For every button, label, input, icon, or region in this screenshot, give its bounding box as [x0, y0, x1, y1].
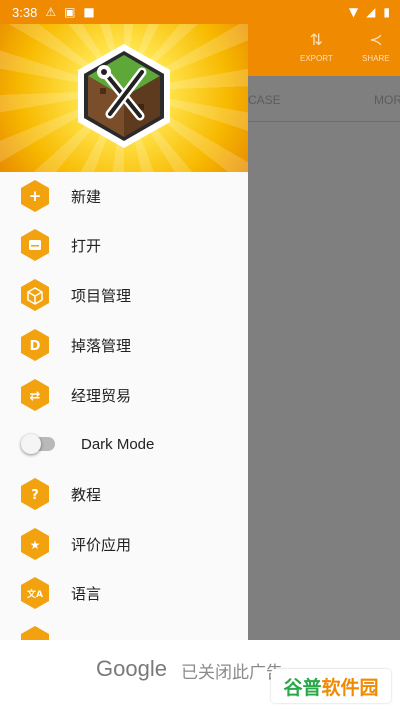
- translate-icon: 文A: [21, 577, 49, 609]
- plus-icon: +: [21, 180, 49, 212]
- swap-arrows-icon: ⇄: [21, 379, 49, 411]
- dark-mode-toggle[interactable]: [21, 434, 55, 454]
- google-logo: Google: [96, 656, 167, 681]
- tab-case[interactable]: CASE: [248, 93, 281, 107]
- menu-item-loot-management[interactable]: D 掉落管理: [0, 321, 248, 369]
- share-icon: ≺: [369, 32, 383, 49]
- cube-icon: [21, 279, 49, 311]
- status-time: 3:38: [12, 4, 38, 20]
- svg-text:?: ?: [31, 488, 39, 503]
- tab-more[interactable]: MOR: [374, 93, 400, 107]
- ad-closed-text: 已关闭此广告: [181, 663, 283, 683]
- image-notification-icon: ▣: [64, 5, 76, 19]
- tab-strip: CASE MOR: [248, 76, 400, 122]
- menu-item-rate-app[interactable]: ★ 评价应用: [0, 520, 248, 568]
- menu-item-label: 项目管理: [71, 286, 132, 305]
- status-icons: ▼ ◢ ▮: [349, 5, 390, 19]
- watermark-part2: 软件园: [321, 676, 379, 699]
- menu-item-label: 经理贸易: [71, 386, 132, 405]
- menu-item-dark-mode[interactable]: Dark Mode: [0, 420, 248, 468]
- menu-item-open[interactable]: 打开: [0, 221, 248, 269]
- app-toolbar: ⇅ EXPORT ≺ SHARE: [248, 24, 400, 76]
- menu-item-trading[interactable]: ⇄ 经理贸易: [0, 371, 248, 419]
- export-button[interactable]: ⇅ EXPORT: [300, 32, 333, 63]
- menu-item-label: 评价应用: [71, 535, 132, 554]
- watermark-part1: 谷普: [283, 676, 322, 699]
- menu-item-label: 教程: [71, 485, 102, 504]
- export-icon: ⇅: [309, 32, 324, 49]
- open-folder-icon: [21, 229, 49, 261]
- wifi-icon: ▼: [348, 5, 359, 19]
- svg-text:文A: 文A: [26, 588, 43, 600]
- warning-icon: ⚠: [45, 5, 57, 19]
- partial-hex-icon: [21, 626, 49, 640]
- svg-text:D: D: [30, 339, 41, 354]
- menu-item-label: 新建: [71, 187, 102, 206]
- drawer-header: [0, 24, 248, 172]
- toggle-knob: [21, 434, 41, 454]
- menu-item-label: 语言: [71, 584, 102, 603]
- menu-item-new[interactable]: + 新建: [0, 172, 248, 220]
- menu-item-language[interactable]: 文A 语言: [0, 569, 248, 617]
- svg-text:+: +: [29, 187, 42, 205]
- svg-text:★: ★: [30, 538, 41, 552]
- star-icon: ★: [21, 528, 49, 560]
- app-notification-icon: ■: [83, 5, 95, 19]
- tab-divider: [248, 121, 400, 122]
- menu-item-tutorial[interactable]: ? 教程: [0, 470, 248, 518]
- export-label: EXPORT: [300, 54, 333, 63]
- signal-icon: ◢: [366, 5, 376, 19]
- menu-item-partial[interactable]: [0, 618, 248, 640]
- menu-item-label: 打开: [71, 236, 102, 255]
- dark-mode-label: Dark Mode: [81, 435, 155, 453]
- app-logo: [78, 44, 170, 148]
- site-watermark: 谷普 软件园: [271, 669, 391, 703]
- letter-d-icon: D: [21, 329, 49, 361]
- menu-item-project-management[interactable]: 项目管理: [0, 271, 248, 319]
- share-label: SHARE: [362, 54, 390, 63]
- status-bar: 3:38 ⚠ ▣ ■ ▼ ◢ ▮: [0, 0, 400, 24]
- navigation-drawer: + 新建 打开 项目管理 D 掉落管理 ⇄ 经理贸易 Dark Mode ? 教…: [0, 24, 248, 640]
- share-button[interactable]: ≺ SHARE: [362, 32, 390, 63]
- menu-item-label: 掉落管理: [71, 336, 132, 355]
- help-icon: ?: [21, 478, 49, 510]
- battery-icon: ▮: [383, 5, 390, 19]
- svg-text:⇄: ⇄: [30, 389, 41, 404]
